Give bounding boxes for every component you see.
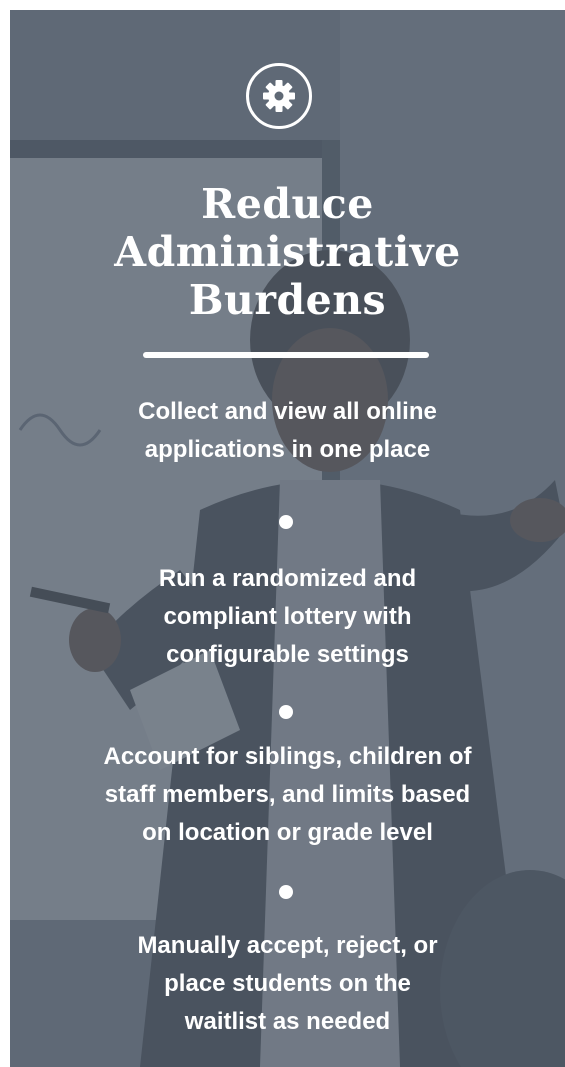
title-divider <box>143 352 429 358</box>
feature-item-applications: Collect and view all online applications… <box>50 393 525 469</box>
feature-line: compliant lottery with <box>163 603 412 630</box>
feature-item-siblings: Account for siblings, children of staff … <box>50 738 525 852</box>
title-line: Administrative <box>114 228 461 276</box>
gear-icon <box>263 80 295 112</box>
title-line: Burdens <box>188 276 387 324</box>
title-line: Reduce <box>201 180 374 228</box>
bullet-separator <box>279 885 293 899</box>
feature-content: Reduce Administrative Burdens Collect an… <box>10 10 565 1067</box>
feature-line: Manually accept, reject, or <box>137 932 438 959</box>
bullet-separator <box>279 705 293 719</box>
feature-line: applications in one place <box>144 436 431 463</box>
feature-item-lottery: Run a randomized and compliant lottery w… <box>50 560 525 674</box>
feature-card: Reduce Administrative Burdens Collect an… <box>10 10 565 1067</box>
feature-line: configurable settings <box>166 641 409 668</box>
feature-line: Account for siblings, children of <box>103 743 472 770</box>
bullet-separator <box>279 515 293 529</box>
feature-line: Run a randomized and <box>158 565 417 592</box>
feature-line: Collect and view all online <box>138 398 437 425</box>
feature-line: on location or grade level <box>142 819 433 846</box>
page-title: Reduce Administrative Burdens <box>50 180 525 324</box>
feature-line: staff members, and limits based <box>104 781 471 808</box>
feature-item-waitlist: Manually accept, reject, or place studen… <box>50 927 525 1041</box>
gear-badge <box>246 63 312 129</box>
feature-line: place students on the <box>164 970 411 997</box>
feature-line: waitlist as needed <box>184 1008 391 1035</box>
